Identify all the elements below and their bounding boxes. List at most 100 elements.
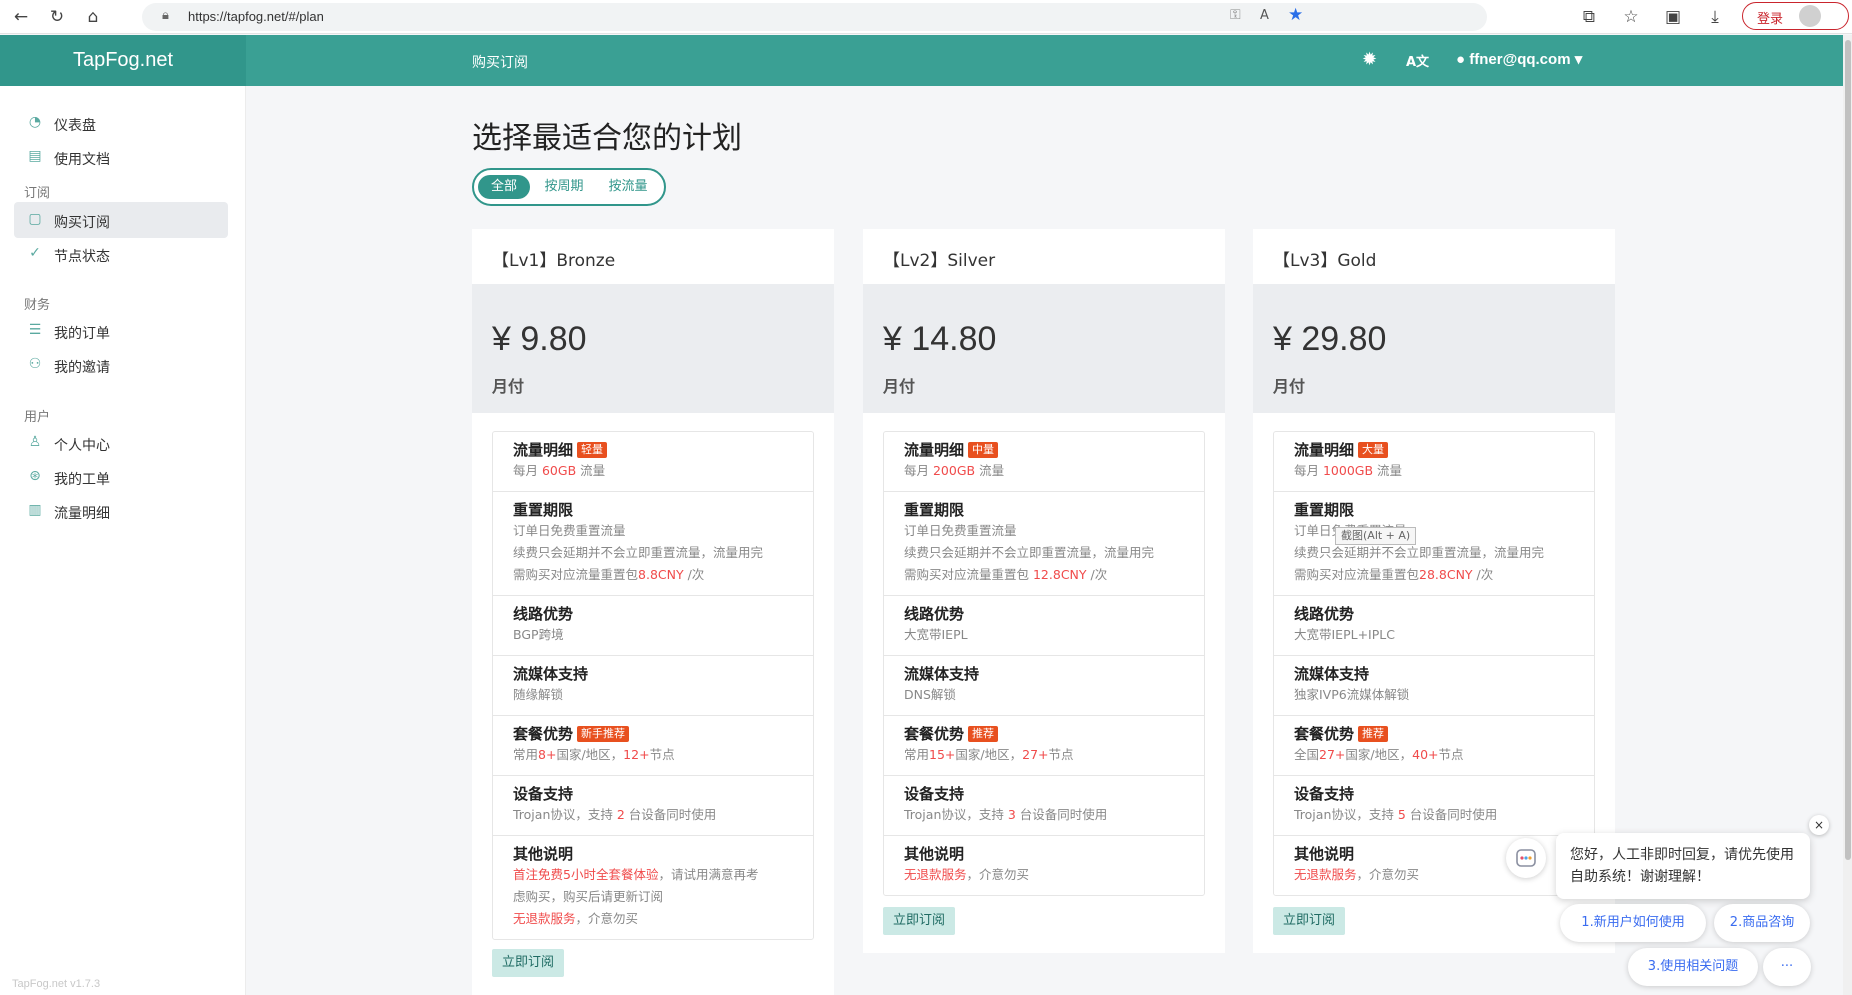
- downloads-icon[interactable]: ⤓: [1702, 4, 1728, 30]
- feature-package: 套餐优势 推荐 常用15+国家/地区，27+节点: [884, 715, 1204, 775]
- check-circle-icon: ✓: [29, 245, 41, 261]
- plan-name: 【Lv2】Silver: [883, 251, 996, 271]
- sidebar-section-subscribe: 订阅: [24, 186, 51, 201]
- feature-text: DNS解锁: [904, 687, 956, 702]
- traffic-tag: 大量: [1358, 442, 1389, 458]
- sidebar-item-label: 我的邀请: [54, 360, 110, 376]
- sidebar-item-docs[interactable]: ▤ 使用文档: [14, 139, 228, 175]
- country-count: 15+: [929, 747, 956, 762]
- browser-login-button[interactable]: 登录: [1742, 2, 1849, 30]
- key-icon[interactable]: ⚿: [1230, 7, 1241, 23]
- feature-text: 大宽带IEPL+IPLC: [1294, 627, 1395, 642]
- feature-text: 每月: [513, 463, 542, 478]
- language-icon[interactable]: A文: [1406, 51, 1429, 70]
- brand-logo[interactable]: TapFog.net: [0, 35, 246, 86]
- feature-reset: 重置期限 订单日免费重置流量 续费只会延期并不会立即重置流量，流量用完 需购买对…: [1274, 491, 1594, 595]
- reload-icon[interactable]: ↻: [44, 4, 70, 30]
- feature-text: /次: [1086, 567, 1108, 582]
- sidebar-item-my-invites[interactable]: ⚇ 我的邀请: [14, 347, 228, 383]
- feature-text: 虑购买，购买后请更新订阅: [513, 889, 664, 904]
- clipboard-icon: ▢: [28, 211, 42, 227]
- favorites-icon[interactable]: ☆: [1618, 4, 1644, 30]
- feature-text: 需购买对应流量重置包: [904, 567, 1033, 582]
- feature-text: 常用: [904, 747, 930, 762]
- feature-text: 全国: [1294, 747, 1320, 762]
- user-icon: ♙: [28, 434, 42, 450]
- feature-text: 大宽带IEPL: [904, 627, 968, 642]
- feature-text: 订单日免费重置流量: [513, 523, 626, 538]
- sidebar-item-label: 使用文档: [54, 152, 110, 168]
- sidebar-item-label: 购买订阅: [54, 215, 110, 231]
- feature-text: 台设备同时使用: [1405, 807, 1498, 822]
- chat-message: 您好，人工非即时回复，请优先使用自助系统！谢谢理解！: [1556, 833, 1810, 899]
- chat-bot-icon[interactable]: [1506, 838, 1546, 878]
- star-icon[interactable]: ★: [1288, 5, 1303, 25]
- read-aloud-icon[interactable]: A: [1260, 8, 1269, 23]
- back-icon[interactable]: ←: [8, 4, 34, 30]
- sidebar-item-tickets[interactable]: ⊛ 我的工单: [14, 459, 228, 495]
- feature-title: 线路优势: [513, 605, 574, 623]
- feature-title: 其他说明: [513, 845, 574, 863]
- feature-text: 订单日免费重置流量: [904, 523, 1017, 538]
- home-icon[interactable]: ⌂: [80, 4, 106, 30]
- sidebar-item-buy-subscription[interactable]: ▢ 购买订阅: [14, 202, 228, 238]
- subscribe-button[interactable]: 立即订阅: [1273, 907, 1345, 935]
- scrollbar-thumb[interactable]: [1845, 40, 1851, 860]
- feature-other: 其他说明 无退款服务，介意勿买: [884, 835, 1204, 895]
- chevron-down-icon: ▾: [1574, 51, 1583, 68]
- feature-text: 节点: [1438, 747, 1464, 762]
- feature-text: Trojan协议，支持: [1294, 807, 1398, 822]
- traffic-amount: 1000GB: [1322, 463, 1374, 478]
- feature-title: 套餐优势: [513, 725, 574, 743]
- sidebar: ◔ 仪表盘 ▤ 使用文档 订阅 ▢ 购买订阅 ✓ 节点状态 财务 ☰ 我的订单 …: [0, 86, 246, 995]
- sidebar-item-dashboard[interactable]: ◔ 仪表盘: [14, 105, 228, 141]
- device-count: 2: [616, 807, 625, 822]
- feature-text: 续费只会延期并不会立即重置流量，流量用完: [904, 545, 1155, 560]
- extensions-icon[interactable]: ⧉: [1576, 4, 1602, 30]
- feature-title: 线路优势: [904, 605, 965, 623]
- plan-price-box: ¥ 9.80 月付: [472, 284, 834, 413]
- feature-text: 国家/地区，: [1345, 747, 1413, 762]
- plan-name: 【Lv1】Bronze: [492, 251, 616, 271]
- address-bar[interactable]: 🔒︎ https://tapfog.net/#/plan ⚿ A ★: [142, 3, 1487, 31]
- feature-traffic: 流量明细 中量 每月 200GB 流量: [884, 432, 1204, 491]
- feature-package: 套餐优势 新手推荐 常用8+国家/地区，12+节点: [493, 715, 813, 775]
- feature-text: 节点: [649, 747, 675, 762]
- book-icon: ▤: [28, 148, 42, 164]
- subscribe-button[interactable]: 立即订阅: [883, 907, 955, 935]
- filter-tab-period[interactable]: 按周期: [534, 175, 594, 199]
- trial-note: 首注免费5小时全套餐体验: [513, 867, 659, 882]
- subscribe-button[interactable]: 立即订阅: [492, 949, 564, 977]
- sidebar-item-my-orders[interactable]: ☰ 我的订单: [14, 313, 228, 349]
- package-tag: 新手推荐: [577, 726, 630, 742]
- dashboard-icon: ◔: [28, 114, 42, 130]
- address-url: https://tapfog.net/#/plan: [188, 9, 324, 24]
- chat-more-icon[interactable]: ···: [1763, 948, 1811, 986]
- feature-title: 流量明细: [513, 441, 574, 459]
- sidebar-item-traffic[interactable]: ▥ 流量明细: [14, 493, 228, 529]
- refund-note: 无退款服务: [513, 911, 576, 926]
- plan-period: 月付: [492, 377, 525, 396]
- reset-price: 28.8CNY: [1419, 567, 1473, 582]
- user-menu[interactable]: ● ffner@qq.com ▾: [1456, 50, 1582, 68]
- screenshot-tooltip: 截图(Alt + A): [1335, 527, 1417, 545]
- feature-media: 流媒体支持 DNS解锁: [884, 655, 1204, 715]
- collections-icon[interactable]: ▣: [1660, 4, 1686, 30]
- chat-chip-new-user[interactable]: 1.新用户如何使用: [1560, 904, 1706, 942]
- feature-title: 其他说明: [904, 845, 965, 863]
- feature-text: Trojan协议，支持: [904, 807, 1008, 822]
- chat-close-icon[interactable]: ×: [1809, 815, 1829, 835]
- feature-title: 流量明细: [904, 441, 965, 459]
- top-navbar: 购买订阅 ✹ A文 ● ffner@qq.com ▾: [246, 35, 1843, 86]
- chat-chip-usage[interactable]: 3.使用相关问题: [1628, 948, 1758, 986]
- theme-toggle-icon[interactable]: ✹: [1362, 49, 1377, 70]
- sidebar-item-node-status[interactable]: ✓ 节点状态: [14, 236, 228, 272]
- filter-tab-traffic[interactable]: 按流量: [598, 175, 658, 199]
- sidebar-item-profile[interactable]: ♙ 个人中心: [14, 425, 228, 461]
- filter-tab-all[interactable]: 全部: [478, 175, 530, 199]
- chat-chip-product[interactable]: 2.商品咨询: [1714, 904, 1810, 942]
- feature-traffic: 流量明细 大量 每月 1000GB 流量: [1274, 432, 1594, 491]
- feature-media: 流媒体支持 随缘解锁: [493, 655, 813, 715]
- node-count: 40+: [1412, 747, 1439, 762]
- plan-card-header: 【Lv1】Bronze: [472, 229, 834, 284]
